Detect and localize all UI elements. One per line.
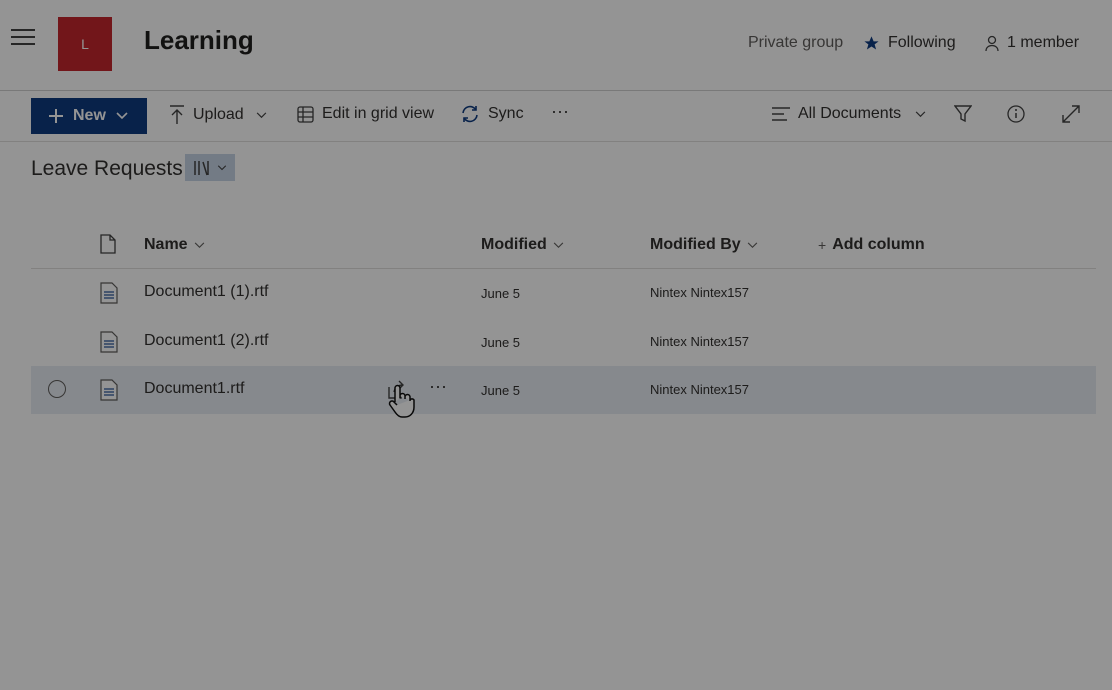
table-row[interactable]: Document1.rtf ··· June 5 Nintex Nintex15… [31,366,1096,418]
chevron-down-icon [217,164,227,170]
view-label: All Documents [798,105,902,122]
chevron-down-icon [747,241,757,248]
chevron-down-icon [116,112,128,120]
view-switcher[interactable]: All Documents [772,105,926,123]
table-row[interactable]: Document1 (1).rtf June 5 Nintex Nintex15… [31,269,1096,317]
sync-icon [462,105,478,123]
filter-icon [954,105,972,123]
new-button-label: New [73,107,106,124]
chevron-down-icon [553,241,564,248]
file-type-icon[interactable] [100,234,116,254]
modified-by-user[interactable]: Nintex Nintex157 [650,285,749,300]
modified-by-user[interactable]: Nintex Nintex157 [650,382,749,397]
more-icon: ··· [551,101,569,121]
privacy-text: Private group [748,34,844,51]
library-title[interactable]: Leave Requests [31,157,183,181]
upload-icon [170,105,184,124]
file-name-link[interactable]: Document1.rtf [144,380,244,398]
hand-pointer-cursor-icon [388,384,415,418]
site-logo[interactable]: L [58,17,112,71]
chevron-down-icon [194,241,204,248]
upload-label: Upload [193,106,244,123]
info-button[interactable] [1007,105,1025,123]
hamburger-menu-icon[interactable] [11,29,35,47]
library-icon [194,160,209,175]
name-column-label: Name [144,236,188,253]
rtf-file-icon [100,282,118,304]
edit-grid-label: Edit in grid view [322,105,435,122]
site-title[interactable]: Learning [144,25,254,56]
star-icon [864,35,879,50]
table-row[interactable]: Document1 (2).rtf June 5 Nintex Nintex15… [31,318,1096,366]
command-bar: New Upload Edit in grid view Sync ··· Al… [0,91,1112,142]
row-select-checkbox[interactable] [48,380,66,398]
members-button[interactable]: 1 member [985,34,1079,52]
rtf-file-icon [100,379,118,401]
following-label: Following [888,34,956,51]
modified-date: June 5 [481,383,521,398]
edit-grid-view-button[interactable]: Edit in grid view [297,105,434,123]
expand-button[interactable] [1062,105,1080,123]
info-icon [1007,105,1025,123]
plus-icon: + [818,237,827,253]
modified-by-column-label: Modified By [650,236,741,253]
add-column-button[interactable]: + Add column [818,236,925,254]
sync-button[interactable]: Sync [460,105,524,123]
following-button[interactable]: Following [863,34,956,52]
modified-by-user[interactable]: Nintex Nintex157 [650,334,749,349]
logo-letter: L [81,36,89,52]
privacy-label: Private group [748,34,843,52]
expand-icon [1062,105,1080,123]
modified-column-header[interactable]: Modified [481,236,564,254]
sync-label: Sync [488,105,524,122]
members-label: 1 member [1007,34,1080,51]
grid-icon [297,105,314,123]
column-header-row: Name Modified Modified By + Add column [31,222,1096,269]
person-icon [985,35,999,51]
library-view-toggle[interactable] [185,154,235,181]
more-commands-button[interactable]: ··· [551,101,569,122]
chevron-down-icon [915,110,926,117]
add-column-label: Add column [832,236,925,253]
list-view-icon [772,107,790,121]
plus-icon [49,109,63,123]
new-button[interactable]: New [31,98,147,134]
modified-column-label: Modified [481,236,547,253]
chevron-down-icon [256,111,267,118]
site-header: L Learning Private group Following 1 mem… [0,0,1112,91]
modified-by-column-header[interactable]: Modified By [650,236,758,254]
rtf-file-icon [100,331,118,353]
upload-button[interactable]: Upload [169,105,267,125]
file-name-link[interactable]: Document1 (2).rtf [144,332,268,350]
modified-date: June 5 [481,335,521,350]
filter-button[interactable] [954,105,972,123]
modified-date: June 5 [481,286,521,301]
name-column-header[interactable]: Name [144,236,205,254]
row-more-button[interactable]: ··· [429,376,447,397]
file-name-link[interactable]: Document1 (1).rtf [144,283,268,301]
